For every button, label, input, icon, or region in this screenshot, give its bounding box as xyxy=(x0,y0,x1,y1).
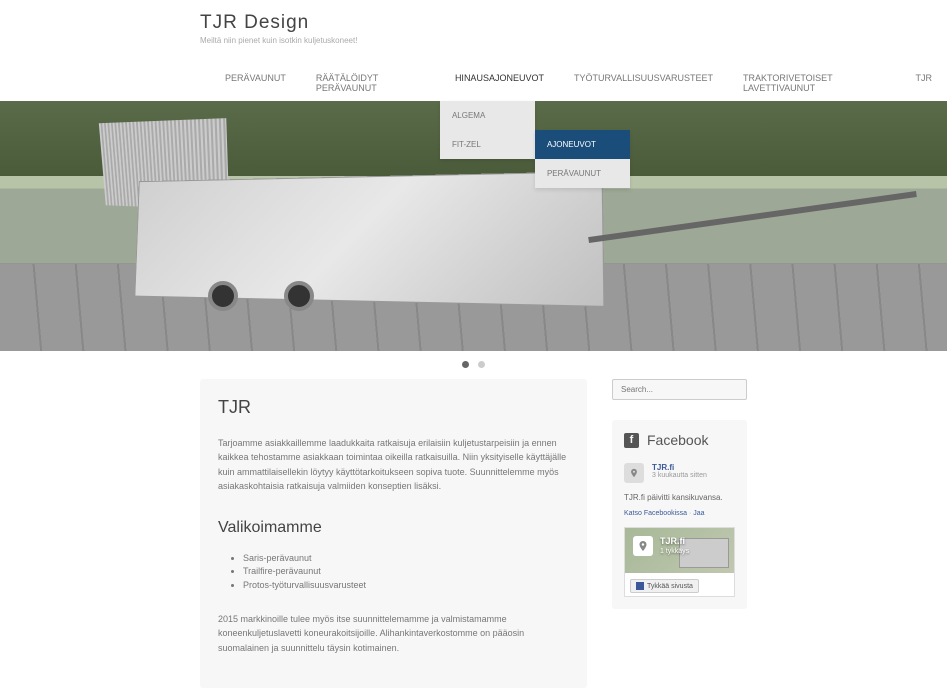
fb-post-header: TJR.fi 3 kuukautta sitten xyxy=(624,463,735,483)
nav-hinausajoneuvot[interactable]: HINAUSAJONEUVOT ALGEMA FIT-ZEL AJONEUVOT… xyxy=(440,65,559,101)
main-nav: PERÄVAUNUT RÄÄTÄLÖIDYT PERÄVAUNUT HINAUS… xyxy=(200,65,947,101)
dropdown-fitzel-label: FIT-ZEL xyxy=(452,140,481,149)
intro-paragraph: Tarjoamme asiakkaillemme laadukkaita rat… xyxy=(218,436,569,494)
facebook-icon: f xyxy=(624,433,639,448)
fb-page-plugin[interactable]: TJR.fi 1 tykkäys Tykkää sivusta xyxy=(624,527,735,597)
site-title[interactable]: TJR Design xyxy=(200,12,947,34)
sub-dropdown-fitzel: AJONEUVOT PERÄVAUNUT xyxy=(535,130,630,188)
carousel-dot-2[interactable] xyxy=(478,361,485,368)
fb-post-time: 3 kuukautta sitten xyxy=(652,472,707,479)
map-marker-icon xyxy=(624,463,644,483)
site-tagline: Meiltä niin pienet kuin isotkin kuljetus… xyxy=(200,36,947,45)
facebook-title-row: f Facebook xyxy=(624,432,735,448)
search-input[interactable] xyxy=(612,379,747,400)
list-item: Trailfire-perävaunut xyxy=(243,565,569,579)
hero-wheel-2 xyxy=(284,281,314,311)
fb-page-likes: 1 tykkäys xyxy=(660,548,689,555)
nav-hinausajoneuvot-label: HINAUSAJONEUVOT xyxy=(455,73,544,83)
nav-tjr[interactable]: TJR xyxy=(901,65,947,101)
fb-post-text: TJR.fi päivitti kansikuvansa. xyxy=(624,493,735,502)
dropdown-fitzel[interactable]: FIT-ZEL AJONEUVOT PERÄVAUNUT xyxy=(440,130,535,159)
fb-page-name: TJR.fi xyxy=(660,536,685,546)
dropdown-hinaus: ALGEMA FIT-ZEL AJONEUVOT PERÄVAUNUT xyxy=(440,101,535,159)
bottom-paragraph: 2015 markkinoille tulee myös itse suunni… xyxy=(218,612,569,655)
thumb-icon xyxy=(636,582,644,590)
nav-tyoturvallisuus[interactable]: TYÖTURVALLISUUSVARUSTEET xyxy=(559,65,728,101)
list-item: Protos-työturvallisuusvarusteet xyxy=(243,579,569,593)
fb-link-view[interactable]: Katso Facebookissa xyxy=(624,510,687,517)
fb-post-title[interactable]: TJR.fi xyxy=(652,463,707,472)
fb-page-marker-icon xyxy=(633,536,653,556)
sidebar: f Facebook TJR.fi 3 kuukautta sitten TJR… xyxy=(612,379,747,688)
sub-dropdown-ajoneuvot[interactable]: AJONEUVOT xyxy=(535,130,630,159)
section-title: Valikoimamme xyxy=(218,519,569,537)
dropdown-algema[interactable]: ALGEMA xyxy=(440,101,535,130)
page-title: TJR xyxy=(218,397,569,418)
nav-traktorivetoiset[interactable]: TRAKTORIVETOISET LAVETTIVAUNUT xyxy=(728,65,901,101)
fb-post-links: Katso Facebookissa · Jaa xyxy=(624,510,735,517)
fb-like-label: Tykkää sivusta xyxy=(647,583,693,590)
hero-trailer-hitch xyxy=(588,190,917,242)
facebook-title: Facebook xyxy=(647,432,708,448)
carousel-dots xyxy=(0,351,947,379)
main-content: TJR Tarjoamme asiakkaillemme laadukkaita… xyxy=(200,379,587,688)
hero-trailer-body xyxy=(134,171,604,307)
fb-link-share[interactable]: Jaa xyxy=(693,510,704,517)
nav-peravaunut[interactable]: PERÄVAUNUT xyxy=(210,65,301,101)
product-list: Saris-perävaunut Trailfire-perävaunut Pr… xyxy=(218,552,569,593)
nav-raataloidyt[interactable]: RÄÄTÄLÖIDYT PERÄVAUNUT xyxy=(301,65,440,101)
list-item: Saris-perävaunut xyxy=(243,552,569,566)
fb-like-button[interactable]: Tykkää sivusta xyxy=(630,579,699,593)
carousel-dot-1[interactable] xyxy=(462,361,469,368)
facebook-widget: f Facebook TJR.fi 3 kuukautta sitten TJR… xyxy=(612,420,747,609)
sub-dropdown-peravaunut[interactable]: PERÄVAUNUT xyxy=(535,159,630,188)
